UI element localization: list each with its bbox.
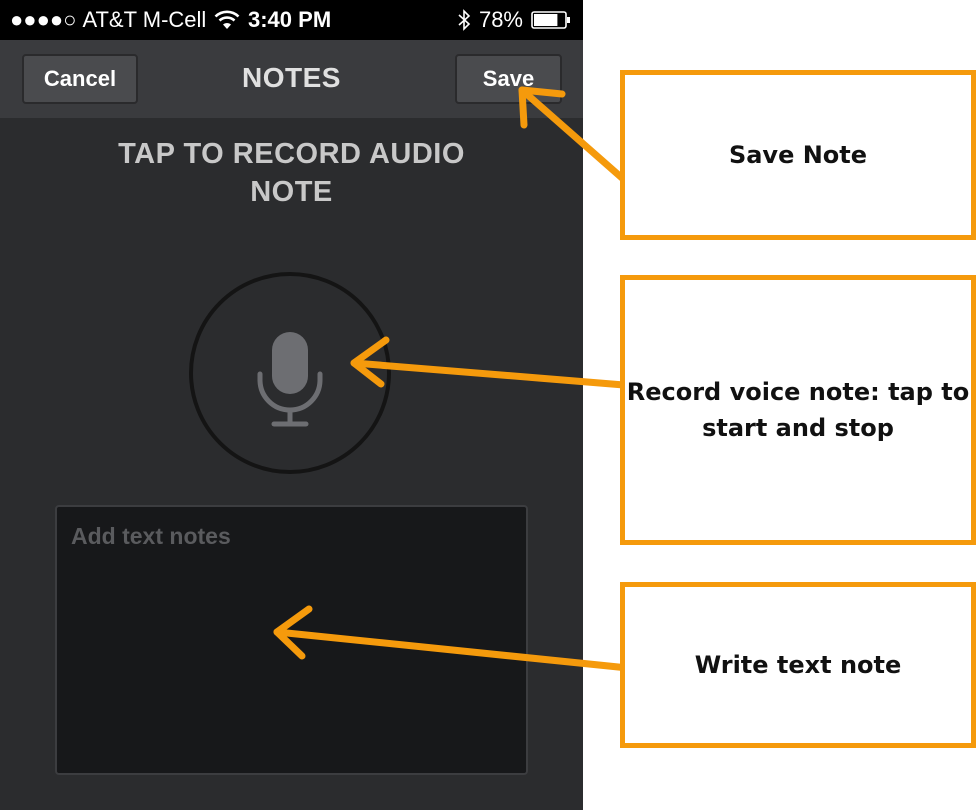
status-right: 78%	[457, 7, 571, 33]
carrier-label: AT&T M-Cell	[82, 7, 207, 32]
status-bar: ●●●●○ AT&T M-Cell 3:40 PM 78%	[0, 0, 583, 40]
status-time: 3:40 PM	[248, 7, 332, 32]
callout-record-voice: Record voice note: tap to start and stop	[620, 275, 976, 545]
callout-write-text: Write text note	[620, 582, 976, 748]
navigation-bar: Cancel NOTES Save	[0, 40, 583, 118]
callout-save-note: Save Note	[620, 70, 976, 240]
phone-screen: ●●●●○ AT&T M-Cell 3:40 PM 78% Cancel NOT…	[0, 0, 583, 810]
record-instruction: TAP TO RECORD AUDIO NOTE	[118, 138, 465, 208]
battery-icon	[531, 11, 570, 29]
bluetooth-icon	[458, 9, 471, 31]
text-notes-input[interactable]: Add text notes	[55, 505, 528, 775]
status-left: ●●●●○ AT&T M-Cell	[10, 7, 240, 33]
save-button[interactable]: Save	[455, 54, 562, 104]
signal-icon: ●●●●○	[10, 7, 77, 32]
wifi-icon	[214, 10, 240, 29]
text-notes-placeholder: Add text notes	[71, 523, 231, 549]
battery-percent: 78%	[478, 7, 523, 32]
annotated-screenshot: ●●●●○ AT&T M-Cell 3:40 PM 78% Cancel NOT…	[0, 0, 979, 810]
record-audio-button[interactable]	[189, 272, 391, 474]
microphone-icon	[257, 332, 323, 427]
